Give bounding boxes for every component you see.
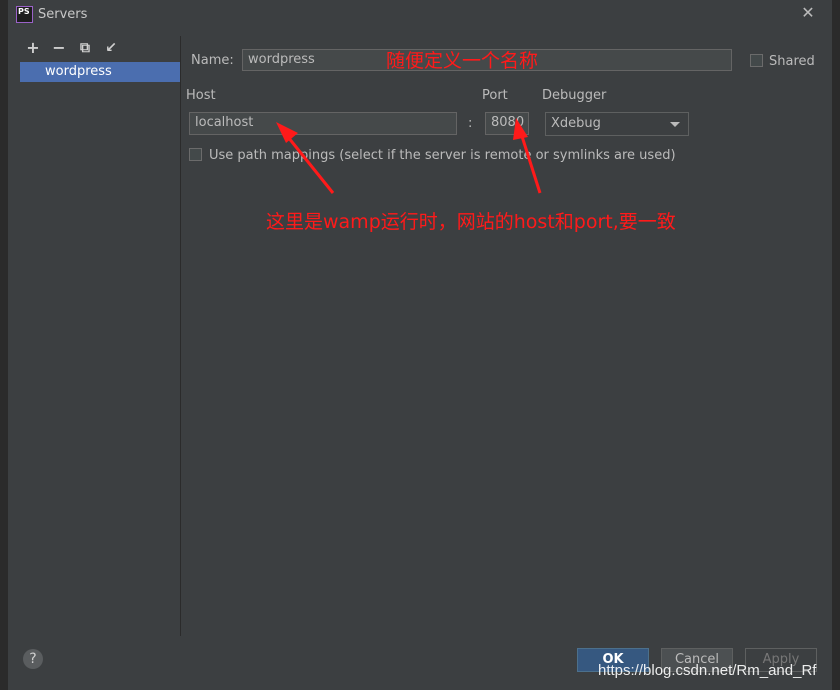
debugger-select-value: Xdebug [551, 116, 601, 131]
name-label: Name: [191, 53, 234, 68]
annotation-name-note: 随便定义一个名称 [386, 50, 539, 72]
server-list: wordpress [20, 62, 180, 636]
background-window-left [0, 0, 8, 690]
title-bar: PS Servers ✕ [8, 0, 832, 30]
port-input[interactable]: 8080 [485, 112, 529, 135]
host-input[interactable]: localhost [189, 112, 457, 135]
close-icon[interactable]: ✕ [800, 5, 816, 21]
shared-label: Shared [769, 54, 815, 69]
servers-dialog: PS Servers ✕ + − ⧉ ↙ wordpress Name: wor… [8, 0, 832, 690]
host-label: Host [186, 88, 216, 103]
chevron-down-icon [670, 122, 680, 127]
splitter[interactable] [180, 36, 181, 636]
copy-server-button[interactable]: ⧉ [77, 40, 93, 56]
window-title: Servers [38, 7, 88, 22]
watermark-text: https://blog.csdn.net/Rm_and_Rf [598, 662, 817, 679]
debugger-select[interactable]: Xdebug [545, 112, 689, 136]
shared-checkbox[interactable] [750, 54, 763, 67]
remove-server-button[interactable]: − [51, 40, 67, 56]
background-window-right [832, 0, 840, 690]
port-label: Port [482, 88, 508, 103]
server-list-item[interactable]: wordpress [20, 62, 180, 82]
host-port-separator: : [468, 116, 473, 131]
import-server-button[interactable]: ↙ [103, 40, 119, 56]
path-mappings-label: Use path mappings (select if the server … [209, 148, 676, 163]
debugger-label: Debugger [542, 88, 607, 103]
add-server-button[interactable]: + [25, 40, 41, 56]
phpstorm-logo-icon: PS [16, 6, 33, 23]
path-mappings-checkbox[interactable] [189, 148, 202, 161]
annotation-host-port-note: 这里是wamp运行时，网站的host和port,要一致 [266, 211, 676, 233]
help-button[interactable]: ? [23, 649, 43, 669]
